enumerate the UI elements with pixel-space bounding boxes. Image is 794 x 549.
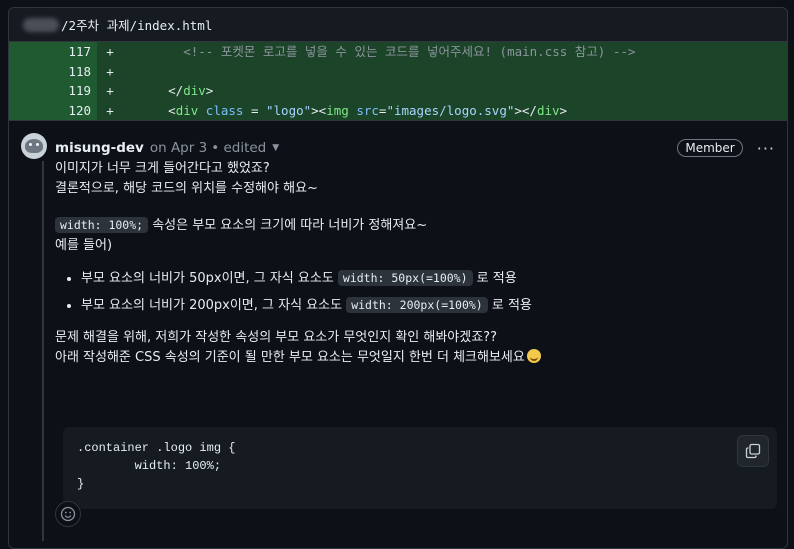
code-token: "images/logo.svg" (386, 102, 515, 118)
code-token: = (243, 102, 266, 118)
code-token: ></ (514, 102, 537, 118)
code-token: < (123, 102, 176, 118)
code-token: src (348, 102, 379, 118)
review-comment: misung-dev on Apr 3 • edited ▼ Member ··… (9, 120, 787, 541)
diff-sign: + (106, 83, 114, 98)
author-link[interactable]: misung-dev (55, 140, 144, 156)
body-line-4-text: 아래 작성해준 CSS 속성의 기준이 될 만한 부모 요소는 무엇일지 한번 … (55, 350, 525, 365)
list-item: 부모 요소의 너비가 50px이면, 그 자식 요소도 width: 50px(… (81, 268, 769, 289)
grinning-emoji-icon (526, 349, 541, 363)
code-token: >< (311, 102, 327, 118)
bullet-tail: 로 적용 (472, 271, 517, 286)
diff-line: 119 + </div> (9, 81, 787, 101)
add-reaction-button[interactable] (55, 501, 81, 527)
bullet-tail: 로 적용 (487, 298, 532, 313)
comment-header: misung-dev on Apr 3 • edited ▼ Member ··… (55, 137, 775, 159)
diff-code: <!-- 포켓몬 로고를 넣을 수 있는 코드를 넣어주세요! (main.cs… (123, 42, 635, 62)
comment-body: 이미지가 너무 크게 들어간다고 했었죠? 결론적으로, 해당 코드의 위치를 … (55, 159, 777, 509)
width-explanation: width: 100%; 속성은 부모 요소의 크기에 따라 너비가 정해져요~ (55, 215, 769, 236)
body-line-3: 문제 해결을 위해, 저희가 작성한 속성의 부모 요소가 무엇인지 확인 해봐… (55, 330, 497, 345)
diff-table: 117 + <!-- 포켓몬 로고를 넣을 수 있는 코드를 넣어주세요! (ma… (9, 42, 787, 120)
diff-sign: + (106, 44, 114, 59)
diff-file-frame: /2주차 과제/index.html 117 + <!-- 포켓몬 로고를 넣을 … (8, 7, 788, 549)
inline-code: width: 200px(=100%) (346, 297, 488, 313)
inline-code: width: 50px(=100%) (337, 270, 473, 286)
code-block: .container .logo img { width: 100%; } (63, 427, 777, 509)
code-token: <!-- 포켓몬 로고를 넣을 수 있는 코드를 넣어주세요! (main.cs… (183, 44, 636, 59)
code-block-content: .container .logo img { width: 100%; } (77, 441, 236, 491)
thread-line (42, 161, 44, 541)
inline-code-width: width: 100%; (55, 217, 149, 233)
line-number[interactable]: 119 (9, 81, 97, 101)
file-path[interactable]: /2주차 과제/index.html (61, 15, 212, 34)
code-token: div (536, 102, 560, 118)
avatar[interactable] (21, 133, 47, 159)
copy-button[interactable] (737, 435, 769, 467)
body-line-4: 아래 작성해준 CSS 속성의 기준이 될 만한 부모 요소는 무엇일지 한번 … (55, 348, 769, 368)
redacted-path-segment (23, 17, 59, 32)
file-header: /2주차 과제/index.html (9, 8, 787, 42)
chevron-down-icon[interactable]: ▼ (272, 143, 279, 153)
bullet-text: 부모 요소의 너비가 200px이면, 그 자식 요소도 (81, 298, 347, 313)
code-token: img (326, 102, 349, 118)
code-token: div (183, 83, 206, 98)
diff-code: <div class = "logo"><img src="images/log… (123, 101, 567, 121)
avatar-image (25, 139, 43, 153)
diff-line: 118 + (9, 61, 787, 81)
code-token: class (198, 102, 244, 118)
diff-code: </div> (123, 81, 213, 101)
body-line-2: 결론적으로, 해당 코드의 위치를 수정해야 해요~ (55, 181, 318, 196)
line-number[interactable]: 117 (9, 42, 97, 62)
code-token: > (559, 102, 568, 118)
copy-icon (745, 443, 761, 459)
diff-sign: + (106, 102, 114, 118)
comment-date[interactable]: on Apr 3 (150, 140, 207, 156)
bullet-text: 부모 요소의 너비가 50px이면, 그 자식 요소도 (81, 271, 338, 286)
code-token: </ (123, 83, 184, 98)
width-text: 속성은 부모 요소의 크기에 따라 너비가 정해져요~ (148, 218, 428, 233)
diff-sign: + (106, 63, 114, 79)
smiley-icon (60, 506, 76, 522)
body-line-1: 이미지가 너무 크게 들어간다고 했었죠? (55, 161, 270, 176)
diff-line: 117 + <!-- 포켓몬 로고를 넣을 수 있는 코드를 넣어주세요! (ma… (9, 42, 787, 62)
code-token: "logo" (266, 102, 312, 118)
example-label: 예를 들어) (55, 238, 113, 253)
line-number[interactable]: 120 (9, 100, 97, 120)
list-item: 부모 요소의 너비가 200px이면, 그 자식 요소도 width: 200p… (81, 295, 769, 316)
code-token: > (205, 83, 214, 98)
example-list: 부모 요소의 너비가 50px이면, 그 자식 요소도 width: 50px(… (55, 268, 769, 316)
kebab-horizontal-icon[interactable]: ··· (757, 139, 775, 158)
member-badge: Member (677, 139, 743, 157)
edited-indicator[interactable]: • edited (211, 140, 266, 156)
diff-line: 120 + <div class = "logo"><img src="image… (9, 100, 787, 121)
line-number[interactable]: 118 (9, 61, 97, 81)
code-token: div (175, 102, 199, 118)
